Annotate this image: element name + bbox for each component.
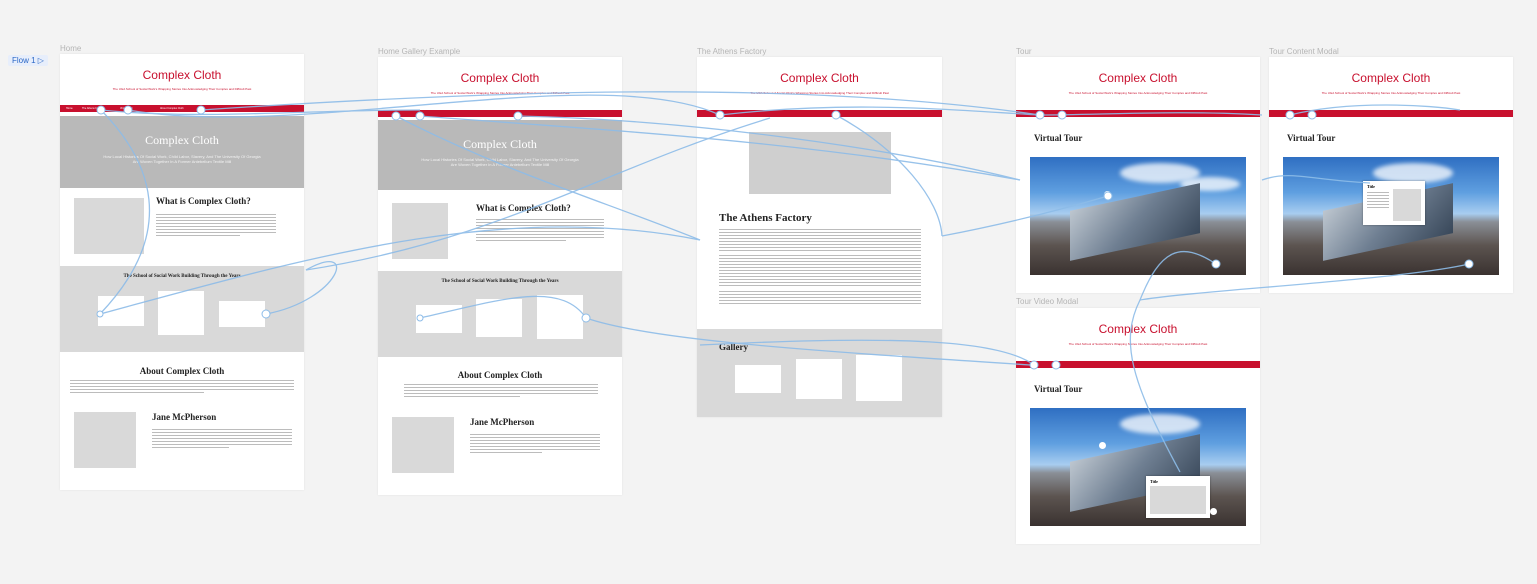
design-canvas: Flow 1 ▷ Home Home Gallery Example The A… [0, 0, 1537, 584]
about-text [70, 380, 294, 395]
frame-label-home[interactable]: Home [60, 44, 81, 53]
body-text [476, 219, 604, 243]
gallery-card[interactable] [158, 291, 204, 335]
gallery-card[interactable] [476, 299, 522, 337]
frame-athens[interactable]: Complex Cloth The UGA School of Social W… [697, 57, 942, 417]
person-name: Jane McPherson [152, 412, 217, 422]
gallery-card[interactable] [856, 355, 902, 401]
nav-tour[interactable]: Virtual Tour [120, 107, 133, 110]
person-bio [152, 429, 292, 450]
gallery-band: Gallery [697, 329, 942, 417]
person-bio [470, 434, 600, 455]
page-title: The Athens Factory [719, 212, 812, 224]
site-tagline: The UGA School of Social Work's Wrapping… [430, 91, 570, 95]
gallery-card[interactable] [537, 295, 583, 339]
gallery-card[interactable] [796, 359, 842, 399]
tour-panorama[interactable]: Title [1030, 408, 1246, 526]
tour-panorama[interactable]: Title [1283, 157, 1499, 275]
site-navbar [697, 110, 942, 117]
person-name: Jane McPherson [470, 417, 535, 427]
flow-start-badge[interactable]: Flow 1 ▷ [8, 55, 48, 66]
site-tagline: The UGA School of Social Work's Wrapping… [1068, 342, 1208, 346]
site-tagline: The UGA School of Social Work's Wrapping… [112, 87, 252, 91]
frame-tour-video-modal[interactable]: Complex Cloth The UGA School of Social W… [1016, 308, 1260, 544]
nav-home[interactable]: Home [66, 107, 73, 110]
site-navbar [1269, 110, 1513, 117]
frame-label-athens[interactable]: The Athens Factory [697, 47, 766, 56]
about-text [404, 384, 598, 399]
content-modal[interactable]: Title [1363, 181, 1425, 225]
hero-subtitle: How Local Histories Of Social Work, Chil… [421, 157, 579, 167]
site-brand: Complex Cloth [1351, 71, 1431, 85]
hotspot[interactable] [1104, 191, 1111, 198]
school-building-band: The School of Social Work Building Throu… [378, 271, 622, 357]
frame-home[interactable]: Complex Cloth The UGA School of Social W… [60, 54, 304, 490]
hero-subtitle: How Local Histories Of Social Work, Chil… [103, 154, 261, 164]
body-text [719, 255, 921, 288]
modal-video[interactable] [1150, 486, 1206, 514]
modal-title: Title [1367, 184, 1375, 189]
body-text [156, 214, 276, 238]
person-photo [74, 412, 136, 468]
flow-label: Flow 1 [12, 56, 36, 65]
site-brand: Complex Cloth [1098, 71, 1178, 85]
heading-school-building: The School of Social Work Building Throu… [123, 274, 241, 279]
hero-title: Complex Cloth [145, 133, 219, 147]
site-tagline: The UGA School of Social Work's Wrapping… [1068, 91, 1208, 95]
hotspot[interactable] [1099, 442, 1106, 449]
school-building-band: The School of Social Work Building Throu… [60, 266, 304, 352]
site-navbar [1016, 361, 1260, 368]
image-placeholder [392, 203, 448, 259]
site-tagline: The UGA School of Social Work's Wrapping… [1321, 91, 1461, 95]
tour-heading: Virtual Tour [1034, 133, 1083, 143]
gallery-card[interactable] [219, 301, 265, 327]
heading-school-building: The School of Social Work Building Throu… [441, 279, 559, 284]
gallery-card[interactable] [416, 305, 462, 333]
frame-label-home-gallery[interactable]: Home Gallery Example [378, 47, 460, 56]
modal-title: Title [1150, 479, 1158, 484]
video-modal[interactable]: Title [1146, 476, 1210, 518]
video-player[interactable] [749, 132, 891, 194]
nav-athens[interactable]: The Athens Factory [82, 107, 104, 110]
tour-heading: Virtual Tour [1034, 384, 1083, 394]
body-text [719, 291, 921, 306]
image-placeholder [74, 198, 144, 254]
frame-tour[interactable]: Complex Cloth The UGA School of Social W… [1016, 57, 1260, 293]
hero-title: Complex Cloth [463, 137, 537, 151]
frame-tour-content-modal[interactable]: Complex Cloth The UGA School of Social W… [1269, 57, 1513, 293]
frame-label-tour-video-modal[interactable]: Tour Video Modal [1016, 297, 1078, 306]
heading-about: About Complex Cloth [457, 370, 543, 380]
site-brand: Complex Cloth [780, 71, 859, 85]
site-brand: Complex Cloth [142, 68, 222, 82]
frame-label-tour[interactable]: Tour [1016, 47, 1032, 56]
play-icon: ▷ [37, 56, 44, 65]
site-brand: Complex Cloth [460, 71, 540, 85]
gallery-heading: Gallery [719, 342, 748, 352]
nav-about[interactable]: About Complex Cloth [160, 107, 184, 110]
site-navbar [378, 110, 622, 117]
close-icon[interactable] [1210, 508, 1217, 515]
body-text [719, 229, 921, 253]
modal-image [1393, 189, 1421, 221]
site-tagline: The UGA School of Social Work's Wrapping… [750, 91, 889, 95]
site-navbar [1016, 110, 1260, 117]
hero-section: Complex Cloth How Local Histories Of Soc… [378, 120, 622, 190]
modal-text [1367, 192, 1389, 210]
tour-heading: Virtual Tour [1287, 133, 1336, 143]
tour-panorama[interactable] [1030, 157, 1246, 275]
frame-home-gallery[interactable]: Complex Cloth The UGA School of Social W… [378, 57, 622, 495]
heading-about: About Complex Cloth [139, 366, 225, 376]
person-photo [392, 417, 454, 473]
gallery-card[interactable] [98, 296, 144, 326]
heading-what-is: What is Complex Cloth? [476, 203, 571, 213]
hero-section: Complex Cloth How Local Histories Of Soc… [60, 116, 304, 188]
gallery-card[interactable] [735, 365, 781, 393]
site-navbar: Home The Athens Factory Virtual Tour Abo… [60, 105, 304, 112]
site-brand: Complex Cloth [1098, 322, 1178, 336]
frame-label-tour-content-modal[interactable]: Tour Content Modal [1269, 47, 1339, 56]
hotspot[interactable] [1212, 260, 1219, 267]
heading-what-is: What is Complex Cloth? [156, 196, 251, 206]
